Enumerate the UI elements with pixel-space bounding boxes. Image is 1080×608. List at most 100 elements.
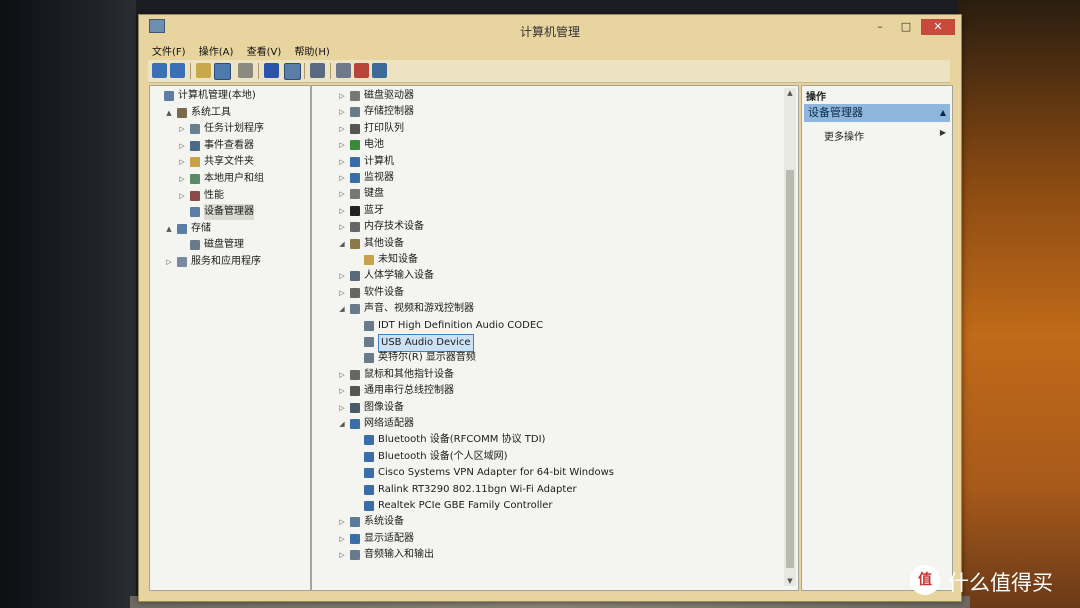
audio-io-icon	[350, 550, 360, 561]
submenu-arrow-icon: ▶	[939, 128, 946, 137]
expand-arrow-icon[interactable]: ▷	[338, 154, 346, 170]
maximize-button[interactable]: □	[895, 19, 917, 35]
expand-arrow-icon[interactable]: ▷	[338, 88, 346, 104]
toolbar-separator	[190, 63, 191, 79]
storage-icon	[177, 223, 187, 234]
enable-device-icon[interactable]	[372, 63, 387, 78]
action-pane-header: 操作	[806, 92, 826, 103]
forward-arrow-icon[interactable]	[170, 63, 185, 78]
help-icon[interactable]	[264, 63, 279, 78]
expand-arrow-icon[interactable]: ▷	[338, 219, 346, 235]
vertical-scrollbar[interactable]: ▲ ▼	[784, 88, 796, 586]
network-adapter-icon	[364, 484, 374, 495]
close-button[interactable]: ✕	[921, 19, 955, 35]
expand-arrow-icon[interactable]: ▷	[165, 254, 173, 270]
tree-item-label: 服务和应用程序	[191, 256, 261, 267]
desktop-background	[958, 0, 1080, 608]
expand-arrow-icon[interactable]: ◢	[338, 301, 346, 317]
battery-icon	[350, 140, 360, 151]
device-label: 系统设备	[364, 516, 404, 528]
device-label: 未知设备	[378, 254, 418, 265]
expand-arrow-icon[interactable]: ▷	[178, 154, 186, 170]
more-actions-link[interactable]: 更多操作	[824, 128, 864, 143]
tools-icon	[177, 107, 187, 118]
menu-file[interactable]: 文件(F)	[149, 42, 189, 59]
tree-item-label: 磁盘管理	[204, 239, 244, 251]
expand-arrow-icon[interactable]: ▲	[165, 105, 173, 121]
toolbar-separator	[330, 63, 331, 79]
expand-arrow-icon[interactable]: ▷	[338, 514, 346, 530]
action-group-device-manager[interactable]: 设备管理器 ▲	[804, 104, 950, 122]
expand-arrow-icon[interactable]: ▷	[338, 367, 346, 383]
disk-drive-icon	[350, 91, 360, 101]
computer-management-window: 计算机管理 – □ ✕ 文件(F) 操作(A) 查看(V) 帮助(H) 计算机管…	[138, 14, 962, 602]
device-label: 电池	[364, 139, 384, 151]
expand-arrow-icon[interactable]: ▷	[178, 188, 186, 204]
network-adapter-icon	[364, 451, 374, 462]
expand-arrow-icon[interactable]: ▷	[338, 383, 346, 399]
title-bar: 计算机管理 – □ ✕	[139, 15, 961, 41]
device-label: 人体学输入设备	[364, 270, 434, 282]
device-label: 其他设备	[364, 237, 404, 249]
expand-arrow-icon[interactable]: ▷	[338, 268, 346, 284]
device-label: 网络适配器	[364, 418, 414, 429]
device-label: 打印队列	[364, 122, 404, 134]
toolbar-separator	[258, 63, 259, 79]
expand-arrow-icon[interactable]: ▷	[338, 400, 346, 416]
expand-arrow-icon[interactable]: ▷	[338, 121, 346, 137]
update-driver-icon[interactable]	[336, 63, 351, 78]
device-label: 存储控制器	[364, 106, 414, 118]
menu-action[interactable]: 操作(A)	[196, 42, 237, 59]
expand-arrow-icon[interactable]: ▷	[338, 547, 346, 563]
menu-help[interactable]: 帮助(H)	[291, 42, 332, 59]
tree-item-label: 任务计划程序	[204, 123, 264, 135]
tree-item-label: 计算机管理(本地)	[178, 90, 256, 101]
device-label: 声音、视频和游戏控制器	[364, 303, 474, 315]
device-label: 监视器	[364, 172, 394, 183]
device-label: 计算机	[364, 155, 394, 167]
scroll-up-icon[interactable]: ▲	[784, 88, 796, 98]
device-label: IDT High Definition Audio CODEC	[378, 319, 544, 331]
device-label: 键盘	[364, 188, 384, 200]
expand-arrow-icon[interactable]: ▷	[178, 171, 186, 187]
toolbar-separator	[304, 63, 305, 79]
speaker-icon	[364, 337, 374, 347]
unknown-device-icon	[364, 255, 374, 265]
computer-icon	[350, 156, 360, 167]
minimize-button[interactable]: –	[869, 19, 891, 35]
device-label: Bluetooth 设备(RFCOMM 协议 TDI)	[378, 434, 546, 446]
show-hide-tree-icon[interactable]	[214, 63, 231, 80]
expand-arrow-icon[interactable]: ◢	[338, 416, 346, 432]
expand-arrow-icon[interactable]: ▷	[178, 138, 186, 154]
expand-arrow-icon[interactable]: ▷	[338, 170, 346, 186]
tree-item-label: 存储	[191, 222, 211, 234]
device-label: USB Audio Device	[378, 334, 474, 352]
scan-hardware-icon[interactable]	[310, 63, 325, 78]
menu-view[interactable]: 查看(V)	[244, 42, 285, 59]
shared-folder-icon	[190, 157, 200, 168]
properties-icon[interactable]	[238, 63, 253, 78]
show-action-pane-icon[interactable]	[284, 63, 301, 80]
expand-arrow-icon[interactable]: ▷	[338, 186, 346, 202]
device-label: 软件设备	[364, 286, 404, 298]
expand-arrow-icon[interactable]: ▷	[338, 531, 346, 547]
expand-arrow-icon[interactable]: ▷	[338, 285, 346, 301]
disk-icon	[190, 240, 200, 251]
expand-arrow-icon[interactable]: ▷	[338, 104, 346, 120]
collapse-icon[interactable]: ▲	[940, 104, 946, 122]
uninstall-device-icon[interactable]	[354, 63, 369, 78]
device-label: 内存技术设备	[364, 221, 424, 233]
expand-arrow-icon[interactable]: ▷	[338, 203, 346, 219]
speaker-icon	[350, 304, 360, 315]
device-label: 图像设备	[364, 401, 404, 413]
back-arrow-icon[interactable]	[152, 63, 167, 78]
up-folder-icon[interactable]	[196, 63, 211, 78]
scroll-down-icon[interactable]: ▼	[784, 576, 796, 586]
device-label: 通用串行总线控制器	[364, 385, 454, 397]
expand-arrow-icon[interactable]: ▷	[178, 121, 186, 137]
expand-arrow-icon[interactable]: ▲	[165, 221, 173, 237]
expand-arrow-icon[interactable]: ◢	[338, 236, 346, 252]
expand-arrow-icon[interactable]: ▷	[338, 137, 346, 153]
scroll-thumb[interactable]	[786, 170, 794, 568]
window-title: 计算机管理	[519, 25, 580, 39]
